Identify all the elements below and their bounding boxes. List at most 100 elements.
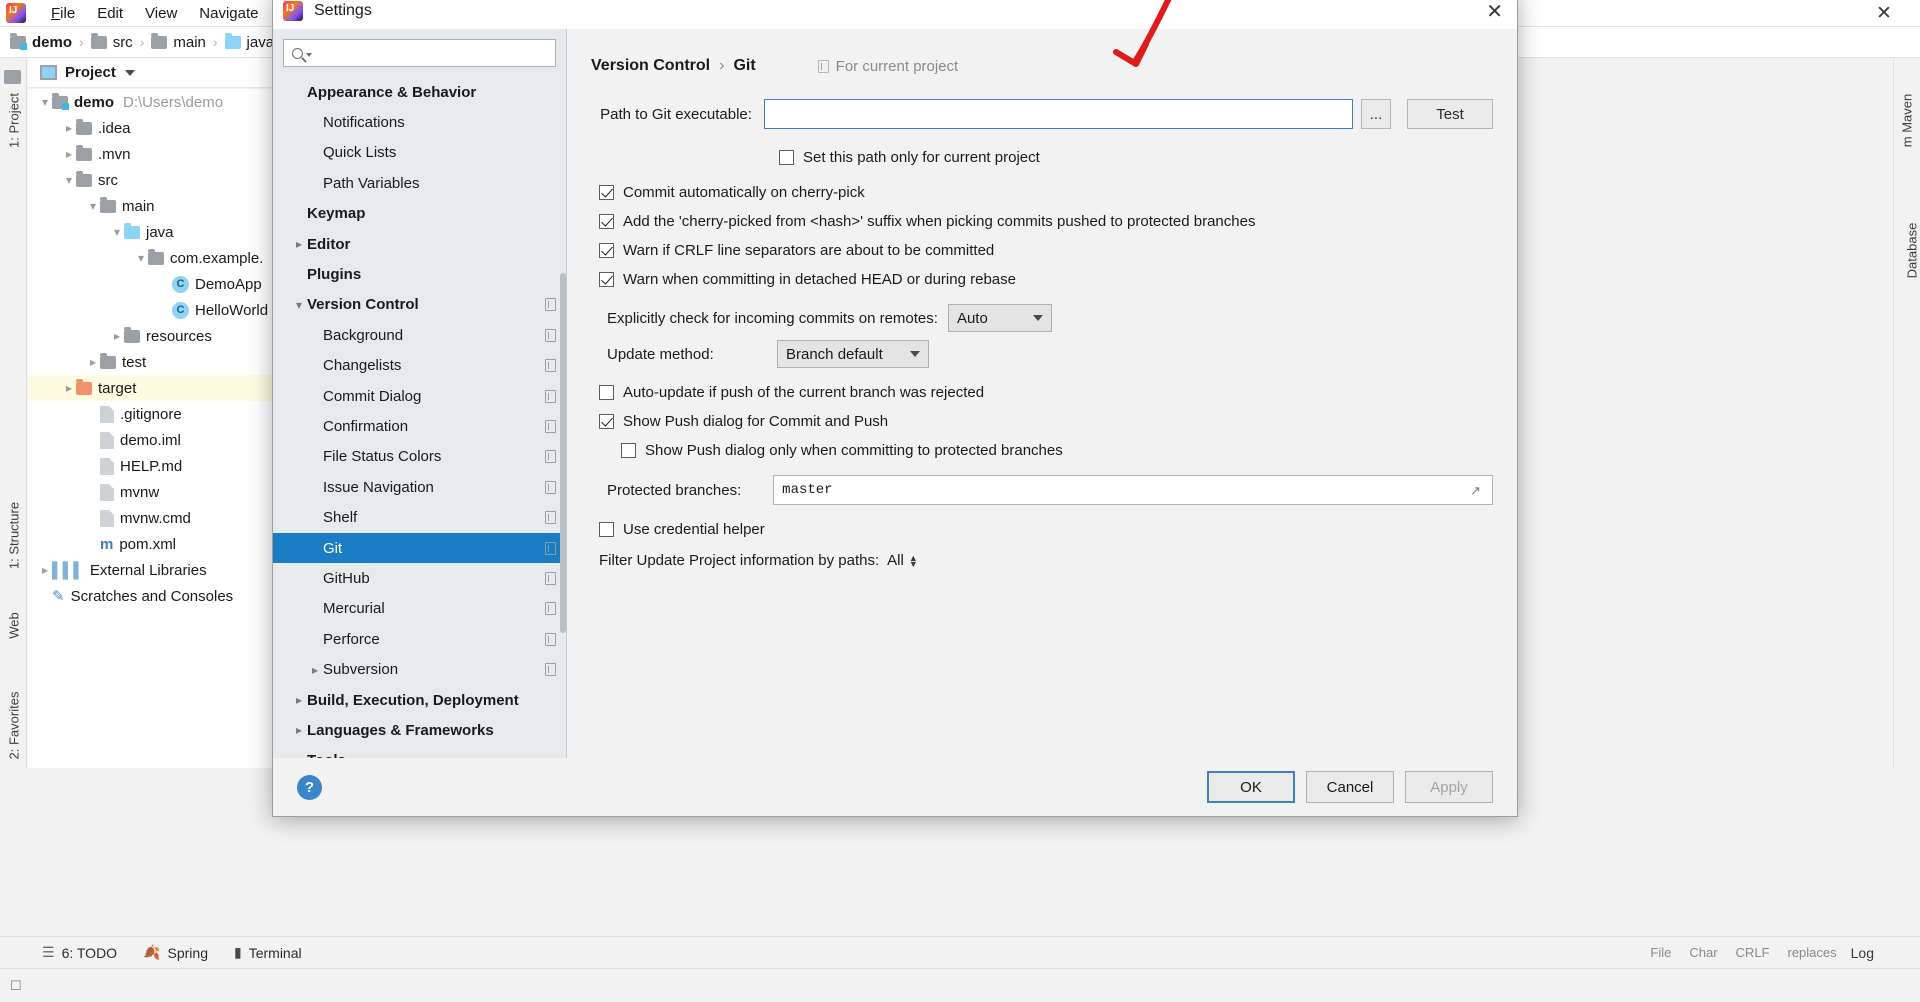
strip-maven[interactable]: m Maven [1900, 81, 1915, 161]
checkbox-warn-crlf[interactable]: Warn if CRLF line separators are about t… [599, 236, 1493, 265]
settings-category-shelf[interactable]: Shelf [273, 502, 566, 532]
chevron-right-icon[interactable]: ▸ [307, 663, 323, 677]
chevron-down-icon[interactable]: ▾ [62, 173, 76, 187]
chevron-right-icon[interactable]: ▸ [291, 237, 307, 251]
ok-button[interactable]: OK [1207, 771, 1295, 803]
folder-icon [76, 144, 92, 161]
chevron-down-icon[interactable]: ▾ [134, 251, 148, 265]
strip-project[interactable]: 1: Project [7, 81, 22, 161]
browse-button[interactable]: ... [1361, 99, 1391, 129]
settings-category-github[interactable]: GitHub [273, 563, 566, 593]
settings-category-issue-navigation[interactable]: Issue Navigation [273, 472, 566, 502]
strip-web[interactable]: Web [7, 586, 22, 666]
filter-update-spinner[interactable]: All ▲ ▼ [887, 552, 918, 569]
protected-branches-input[interactable]: master ↗ [773, 475, 1493, 505]
settings-category-quick-lists[interactable]: Quick Lists [273, 138, 566, 168]
settings-category-keymap[interactable]: Keymap [273, 199, 566, 229]
ide-close-button[interactable]: ✕ [1862, 0, 1906, 27]
settings-category-file-status-colors[interactable]: File Status Colors [273, 442, 566, 472]
checkbox-cherry-picked-suffix[interactable]: Add the 'cherry-picked from <hash>' suff… [599, 207, 1493, 236]
checkbox-set-path-only[interactable]: Set this path only for current project [779, 143, 1493, 172]
chevron-right-icon[interactable]: ▸ [291, 693, 307, 707]
checkbox-box[interactable] [599, 385, 614, 400]
menu-edit[interactable]: Edit [86, 2, 134, 25]
breadcrumb-parent[interactable]: Version Control [591, 57, 710, 75]
status-terminal[interactable]: ▮ Terminal [234, 944, 302, 961]
checkbox-box[interactable] [599, 243, 614, 258]
menu-navigate[interactable]: Navigate [188, 2, 269, 25]
settings-category-path-variables[interactable]: Path Variables [273, 168, 566, 198]
settings-category-notifications[interactable]: Notifications [273, 107, 566, 137]
chevron-down-icon[interactable] [124, 69, 135, 76]
settings-category-subversion[interactable]: ▸ Subversion [273, 654, 566, 684]
settings-category-changelists[interactable]: Changelists [273, 351, 566, 381]
settings-category-languages-frameworks[interactable]: ▸ Languages & Frameworks [273, 715, 566, 745]
strip-database[interactable]: Database [1905, 206, 1920, 296]
expand-icon[interactable]: ↗ [1470, 483, 1484, 498]
chevron-right-icon[interactable]: ▸ [86, 355, 100, 369]
chevron-down-icon[interactable]: ▾ [291, 298, 307, 312]
settings-category-version-control[interactable]: ▾ Version Control [273, 290, 566, 320]
menu-view[interactable]: View [134, 2, 188, 25]
status-todo[interactable]: ☰ 6: TODO [42, 944, 117, 961]
checkbox-box[interactable] [599, 272, 614, 287]
chevron-right-icon[interactable]: ▸ [62, 381, 76, 395]
folder-icon [100, 352, 116, 369]
strip-structure[interactable]: 1: Structure [7, 496, 22, 576]
chevron-down-icon[interactable] [306, 53, 312, 57]
settings-category-mercurial[interactable]: Mercurial [273, 594, 566, 624]
chevron-right-icon[interactable]: ▸ [291, 723, 307, 737]
chevron-right-icon[interactable]: ▸ [291, 754, 307, 758]
checkbox-box[interactable] [621, 443, 636, 458]
settings-category-git[interactable]: Git [273, 532, 566, 564]
settings-category-editor[interactable]: ▸ Editor [273, 229, 566, 259]
chevron-right-icon[interactable]: ▸ [62, 121, 76, 135]
settings-category-plugins[interactable]: Plugins [273, 259, 566, 289]
help-button[interactable]: ? [297, 774, 322, 800]
test-button[interactable]: Test [1407, 99, 1493, 129]
checkbox-auto-update-rejected[interactable]: Auto-update if push of the current branc… [599, 378, 1493, 407]
checkbox-box[interactable] [599, 185, 614, 200]
settings-category-perforce[interactable]: Perforce [273, 624, 566, 654]
checkbox-warn-detached-head[interactable]: Warn when committing in detached HEAD or… [599, 265, 1493, 294]
status-spring[interactable]: 🍂 Spring [143, 944, 208, 961]
menu-file[interactable]: File [40, 2, 86, 25]
chevron-right-icon[interactable]: ▸ [38, 563, 52, 577]
settings-category-build-execution-deployment[interactable]: ▸ Build, Execution, Deployment [273, 685, 566, 715]
checkbox-box[interactable] [599, 522, 614, 537]
breadcrumb-item-java[interactable]: java [224, 32, 274, 51]
checkbox-box[interactable] [779, 150, 794, 165]
settings-category-tools[interactable]: ▸Tools [273, 746, 566, 758]
settings-category-background[interactable]: Background [273, 320, 566, 350]
settings-search-box[interactable] [283, 39, 556, 67]
category-scrollbar[interactable] [560, 273, 566, 633]
incoming-commits-select[interactable]: Auto [947, 304, 1052, 332]
checkbox-show-push-dialog[interactable]: Show Push dialog for Commit and Push [599, 407, 1493, 436]
chevron-right-icon[interactable]: ▸ [62, 147, 76, 161]
checkbox-show-push-protected[interactable]: Show Push dialog only when committing to… [621, 436, 1493, 465]
status-log[interactable]: Log [1851, 945, 1874, 961]
git-path-input[interactable] [763, 99, 1353, 129]
dialog-close-button[interactable]: ✕ [1486, 0, 1503, 24]
chevron-down-icon[interactable]: ▾ [38, 95, 52, 109]
chevron-right-icon[interactable]: ▸ [110, 329, 124, 343]
checkbox-commit-cherry-pick[interactable]: Commit automatically on cherry-pick [599, 178, 1493, 207]
breadcrumb-item-main[interactable]: main [151, 32, 206, 51]
checkbox-box[interactable] [599, 214, 614, 229]
chevron-down-icon[interactable]: ▾ [110, 225, 124, 239]
breadcrumb-item-src[interactable]: src [90, 32, 133, 51]
chevron-down-icon[interactable]: ▾ [86, 199, 100, 213]
breadcrumb-item-demo[interactable]: demo [10, 32, 72, 51]
category-tree[interactable]: Appearance & Behavior Notifications Quick … [273, 77, 566, 758]
apply-button[interactable]: Apply [1405, 771, 1493, 803]
checkbox-use-credential-helper[interactable]: Use credential helper [599, 515, 1493, 544]
filter-update-row: Filter Update Project information by pat… [591, 552, 1493, 569]
spinner-arrows-icon[interactable]: ▲ ▼ [909, 553, 918, 568]
settings-category-confirmation[interactable]: Confirmation [273, 411, 566, 441]
strip-favorites[interactable]: 2: Favorites [7, 686, 22, 766]
update-method-select[interactable]: Branch default [777, 340, 929, 368]
checkbox-box[interactable] [599, 414, 614, 429]
cancel-button[interactable]: Cancel [1306, 771, 1394, 803]
settings-category-commit-dialog[interactable]: Commit Dialog [273, 381, 566, 411]
settings-category-appearance-behavior[interactable]: Appearance & Behavior [273, 77, 566, 107]
